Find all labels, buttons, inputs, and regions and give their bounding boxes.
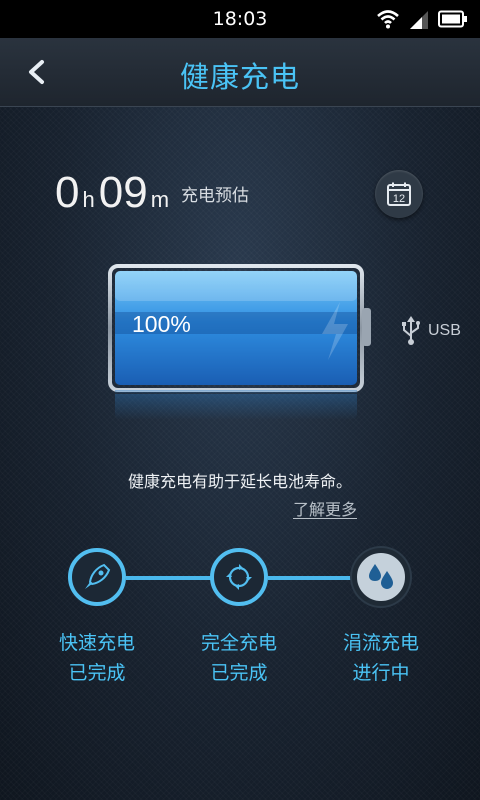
estimate-minutes: 09 [98,168,148,217]
usb-icon [402,316,420,345]
step-label-trickle-line2: 进行中 [352,662,410,684]
step-label-trickle-line1: 涓流充电 [342,632,419,654]
page-title: 健康充电 [179,60,300,94]
cycle-icon [226,564,252,590]
step-full-charge [210,548,268,606]
usb-label: USB [428,322,461,339]
learn-more-link[interactable]: 了解更多 [293,496,357,520]
calendar-button[interactable]: 12 [375,170,423,218]
rocket-icon [85,563,111,589]
title-bar: 健康充电 [0,38,480,107]
status-bar: 18:03 [0,0,480,38]
calendar-icon: 12 [387,182,411,206]
health-tip: 健康充电有助于延长电池寿命。 [127,472,352,491]
step-connector-1 [126,576,212,580]
estimate-hours: 0 [55,168,80,217]
status-icons [376,9,468,29]
battery-reflection [115,394,357,420]
step-label-full-line2: 已完成 [210,662,268,684]
step-label-full-line1: 完全充电 [200,632,277,654]
estimate-hours-unit: h [82,187,95,212]
signal-icon [410,11,428,29]
power-source: USB [400,316,461,346]
wifi-icon [377,10,399,29]
calendar-day: 12 [393,193,405,205]
step-trickle-charge [352,548,410,606]
step-connector-2 [268,576,354,580]
step-label-full: 完全充电 已完成 [169,628,309,688]
step-label-fast-line1: 快速充电 [58,632,135,654]
step-label-fast: 快速充电 已完成 [27,628,167,688]
estimate-label: 充电预估 [181,186,250,206]
battery-terminal [362,308,371,346]
charge-estimate: 0 h 09 m 充电预估 [55,168,249,218]
step-fast-charge [68,548,126,606]
battery-percent: 100% [132,311,191,337]
estimate-minutes-unit: m [150,187,170,212]
water-drop-icon [369,564,393,589]
step-label-trickle: 涓流充电 进行中 [311,628,451,688]
step-label-fast-line2: 已完成 [68,662,126,684]
battery-status-icon [438,10,467,28]
